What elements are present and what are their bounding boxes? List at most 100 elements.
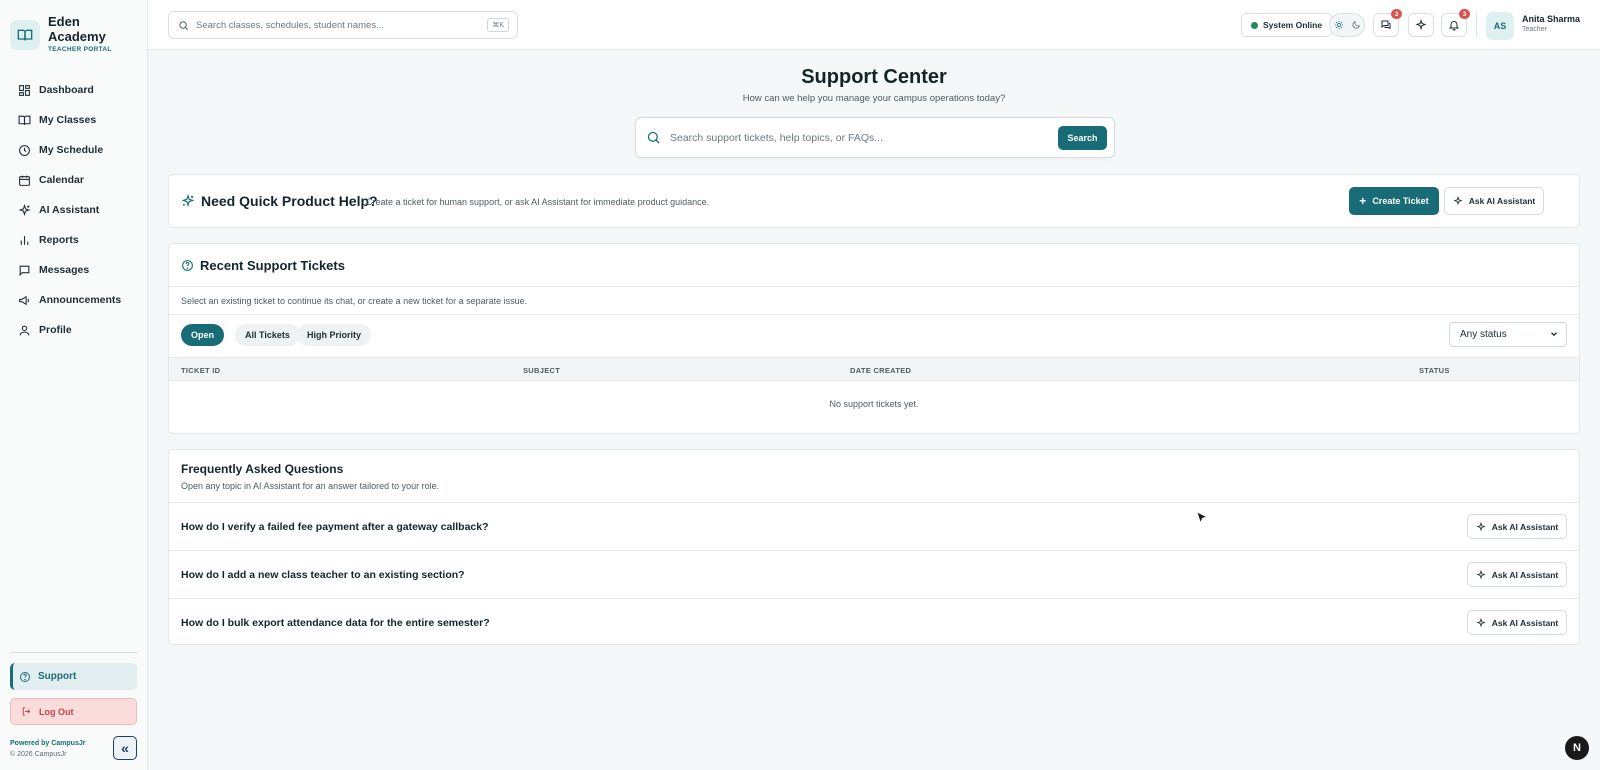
framework-badge-icon[interactable]: N — [1565, 736, 1589, 760]
faq-question: How do I verify a failed fee payment aft… — [181, 521, 489, 533]
calendar-icon — [19, 175, 30, 186]
sidebar-item-ai-assistant[interactable]: AI Assistant — [10, 195, 138, 225]
messages-badge: 3 — [1391, 9, 1402, 19]
sidebar-item-label: Reports — [39, 234, 79, 246]
chat-icon — [1381, 20, 1391, 30]
topbar: Search classes, schedules, student names… — [148, 0, 1600, 50]
book-open-icon — [10, 20, 40, 50]
sparkles-icon — [1476, 569, 1486, 579]
theme-toggle[interactable] — [1329, 13, 1365, 37]
book-icon — [18, 115, 31, 125]
sidebar-item-my-classes[interactable]: My Classes — [10, 105, 138, 135]
status-dot — [1251, 21, 1258, 29]
topbar-divider — [1476, 12, 1477, 38]
sparkles-icon — [18, 203, 31, 216]
message-icon — [19, 265, 30, 276]
sidebar-item-support[interactable]: Support — [10, 663, 137, 690]
faq-title: Frequently Asked Questions — [181, 462, 344, 476]
status-select[interactable]: Any status — [1449, 322, 1567, 347]
create-ticket-button[interactable]: + Create Ticket — [1349, 187, 1439, 215]
sparkles-icon — [1476, 521, 1486, 531]
search-placeholder: Search classes, schedules, student names… — [196, 19, 384, 31]
faq-question: How do I bulk export attendance data for… — [181, 617, 490, 629]
faq-ask-ai-button[interactable]: Ask AI Assistant — [1467, 610, 1567, 635]
grid-icon — [19, 84, 30, 96]
quick-help-title: Need Quick Product Help? — [181, 193, 378, 209]
column-status: STATUS — [1419, 366, 1450, 375]
help-circle-icon — [20, 671, 30, 682]
filter-open[interactable]: Open — [181, 324, 225, 346]
support-search-input[interactable]: Search support tickets, help topics, or … — [635, 117, 1115, 158]
search-button[interactable]: Search — [1058, 126, 1107, 150]
user-name[interactable]: Anita Sharma — [1522, 14, 1580, 24]
collapse-sidebar-button[interactable]: « — [113, 736, 137, 760]
sidebar: Eden Academy TEACHER PORTAL Dashboard My… — [0, 0, 148, 770]
tickets-table-header: TICKET ID SUBJECT DATE CREATED STATUS — [169, 357, 1579, 381]
sidebar-item-label: Support — [38, 671, 77, 682]
faq-item[interactable]: How do I bulk export attendance data for… — [169, 598, 1579, 646]
faq-ask-ai-button[interactable]: Ask AI Assistant — [1467, 514, 1567, 539]
avatar[interactable]: AS — [1486, 12, 1514, 40]
system-status-badge: System Online — [1241, 13, 1333, 37]
sidebar-item-label: My Schedule — [39, 144, 104, 156]
faq-ask-ai-button[interactable]: Ask AI Assistant — [1467, 562, 1567, 587]
user-role: Teacher — [1522, 26, 1547, 33]
sidebar-item-label: Profile — [39, 324, 72, 336]
sidebar-item-label: Announcements — [39, 294, 122, 306]
sidebar-item-dashboard[interactable]: Dashboard — [10, 75, 138, 105]
quick-help-title-text: Need Quick Product Help? — [201, 193, 378, 209]
quick-help-card: Need Quick Product Help? Create a ticket… — [168, 174, 1580, 228]
filter-all-tickets[interactable]: All Tickets — [235, 324, 300, 346]
tickets-description: Select an existing ticket to continue it… — [181, 296, 528, 306]
faq-item[interactable]: How do I verify a failed fee payment aft… — [169, 502, 1579, 550]
sidebar-item-label: AI Assistant — [39, 204, 100, 216]
global-search-input[interactable]: Search classes, schedules, student names… — [168, 11, 518, 39]
support-search-placeholder: Search support tickets, help topics, or … — [670, 131, 884, 144]
faq-description: Open any topic in AI Assistant for an an… — [181, 481, 440, 491]
user-icon — [19, 325, 30, 335]
notifications-button[interactable]: 3 — [1441, 9, 1470, 37]
messages-button[interactable]: 3 — [1373, 9, 1402, 37]
column-date-created: DATE CREATED — [850, 366, 912, 375]
page-title: Support Center — [801, 66, 947, 88]
sidebar-item-label: Messages — [39, 264, 90, 276]
brand[interactable]: Eden Academy TEACHER PORTAL — [10, 14, 118, 53]
help-circle-icon — [182, 260, 193, 271]
status-select-value: Any status — [1460, 329, 1507, 340]
chevron-down-icon — [1551, 332, 1557, 337]
column-subject: SUBJECT — [523, 366, 561, 375]
mouse-cursor-icon — [1196, 511, 1208, 525]
faq-ask-ai-label: Ask AI Assistant — [1491, 521, 1559, 532]
create-ticket-label: Create Ticket — [1372, 196, 1429, 206]
ask-ai-label: Ask AI Assistant — [1468, 196, 1536, 206]
sparkles-icon — [1415, 19, 1427, 31]
faq-ask-ai-label: Ask AI Assistant — [1491, 617, 1559, 628]
column-ticket-id: TICKET ID — [181, 366, 221, 375]
sidebar-item-messages[interactable]: Messages — [10, 255, 138, 285]
tickets-title: Recent Support Tickets — [181, 258, 345, 273]
sidebar-item-my-schedule[interactable]: My Schedule — [10, 135, 138, 165]
sparkles-icon — [1476, 617, 1486, 627]
search-icon — [179, 20, 188, 30]
tickets-empty-message: No support tickets yet. — [829, 399, 919, 409]
quick-help-description: Create a ticket for human support, or as… — [366, 197, 710, 207]
megaphone-icon — [19, 295, 30, 305]
ask-ai-assistant-button[interactable]: Ask AI Assistant — [1444, 187, 1544, 215]
logout-label: Log Out — [39, 706, 74, 717]
sidebar-item-label: My Classes — [39, 114, 97, 126]
sidebar-divider — [10, 652, 138, 653]
logout-button[interactable]: Log Out — [10, 698, 137, 725]
sidebar-item-calendar[interactable]: Calendar — [10, 165, 138, 195]
faq-item[interactable]: How do I add a new class teacher to an e… — [169, 550, 1579, 598]
brand-name: Eden Academy — [48, 14, 106, 44]
logout-icon — [22, 707, 31, 716]
sidebar-item-announcements[interactable]: Announcements — [10, 285, 138, 315]
sidebar-item-profile[interactable]: Profile — [10, 315, 138, 345]
tickets-header: Recent Support Tickets — [169, 244, 1579, 287]
ai-assistant-button[interactable] — [1408, 13, 1434, 37]
sidebar-item-reports[interactable]: Reports — [10, 225, 138, 255]
brand-subtitle: TEACHER PORTAL — [48, 46, 112, 53]
filter-high-priority[interactable]: High Priority — [297, 324, 372, 346]
tickets-divider — [169, 314, 1579, 315]
system-status-label: System Online — [1263, 20, 1323, 30]
